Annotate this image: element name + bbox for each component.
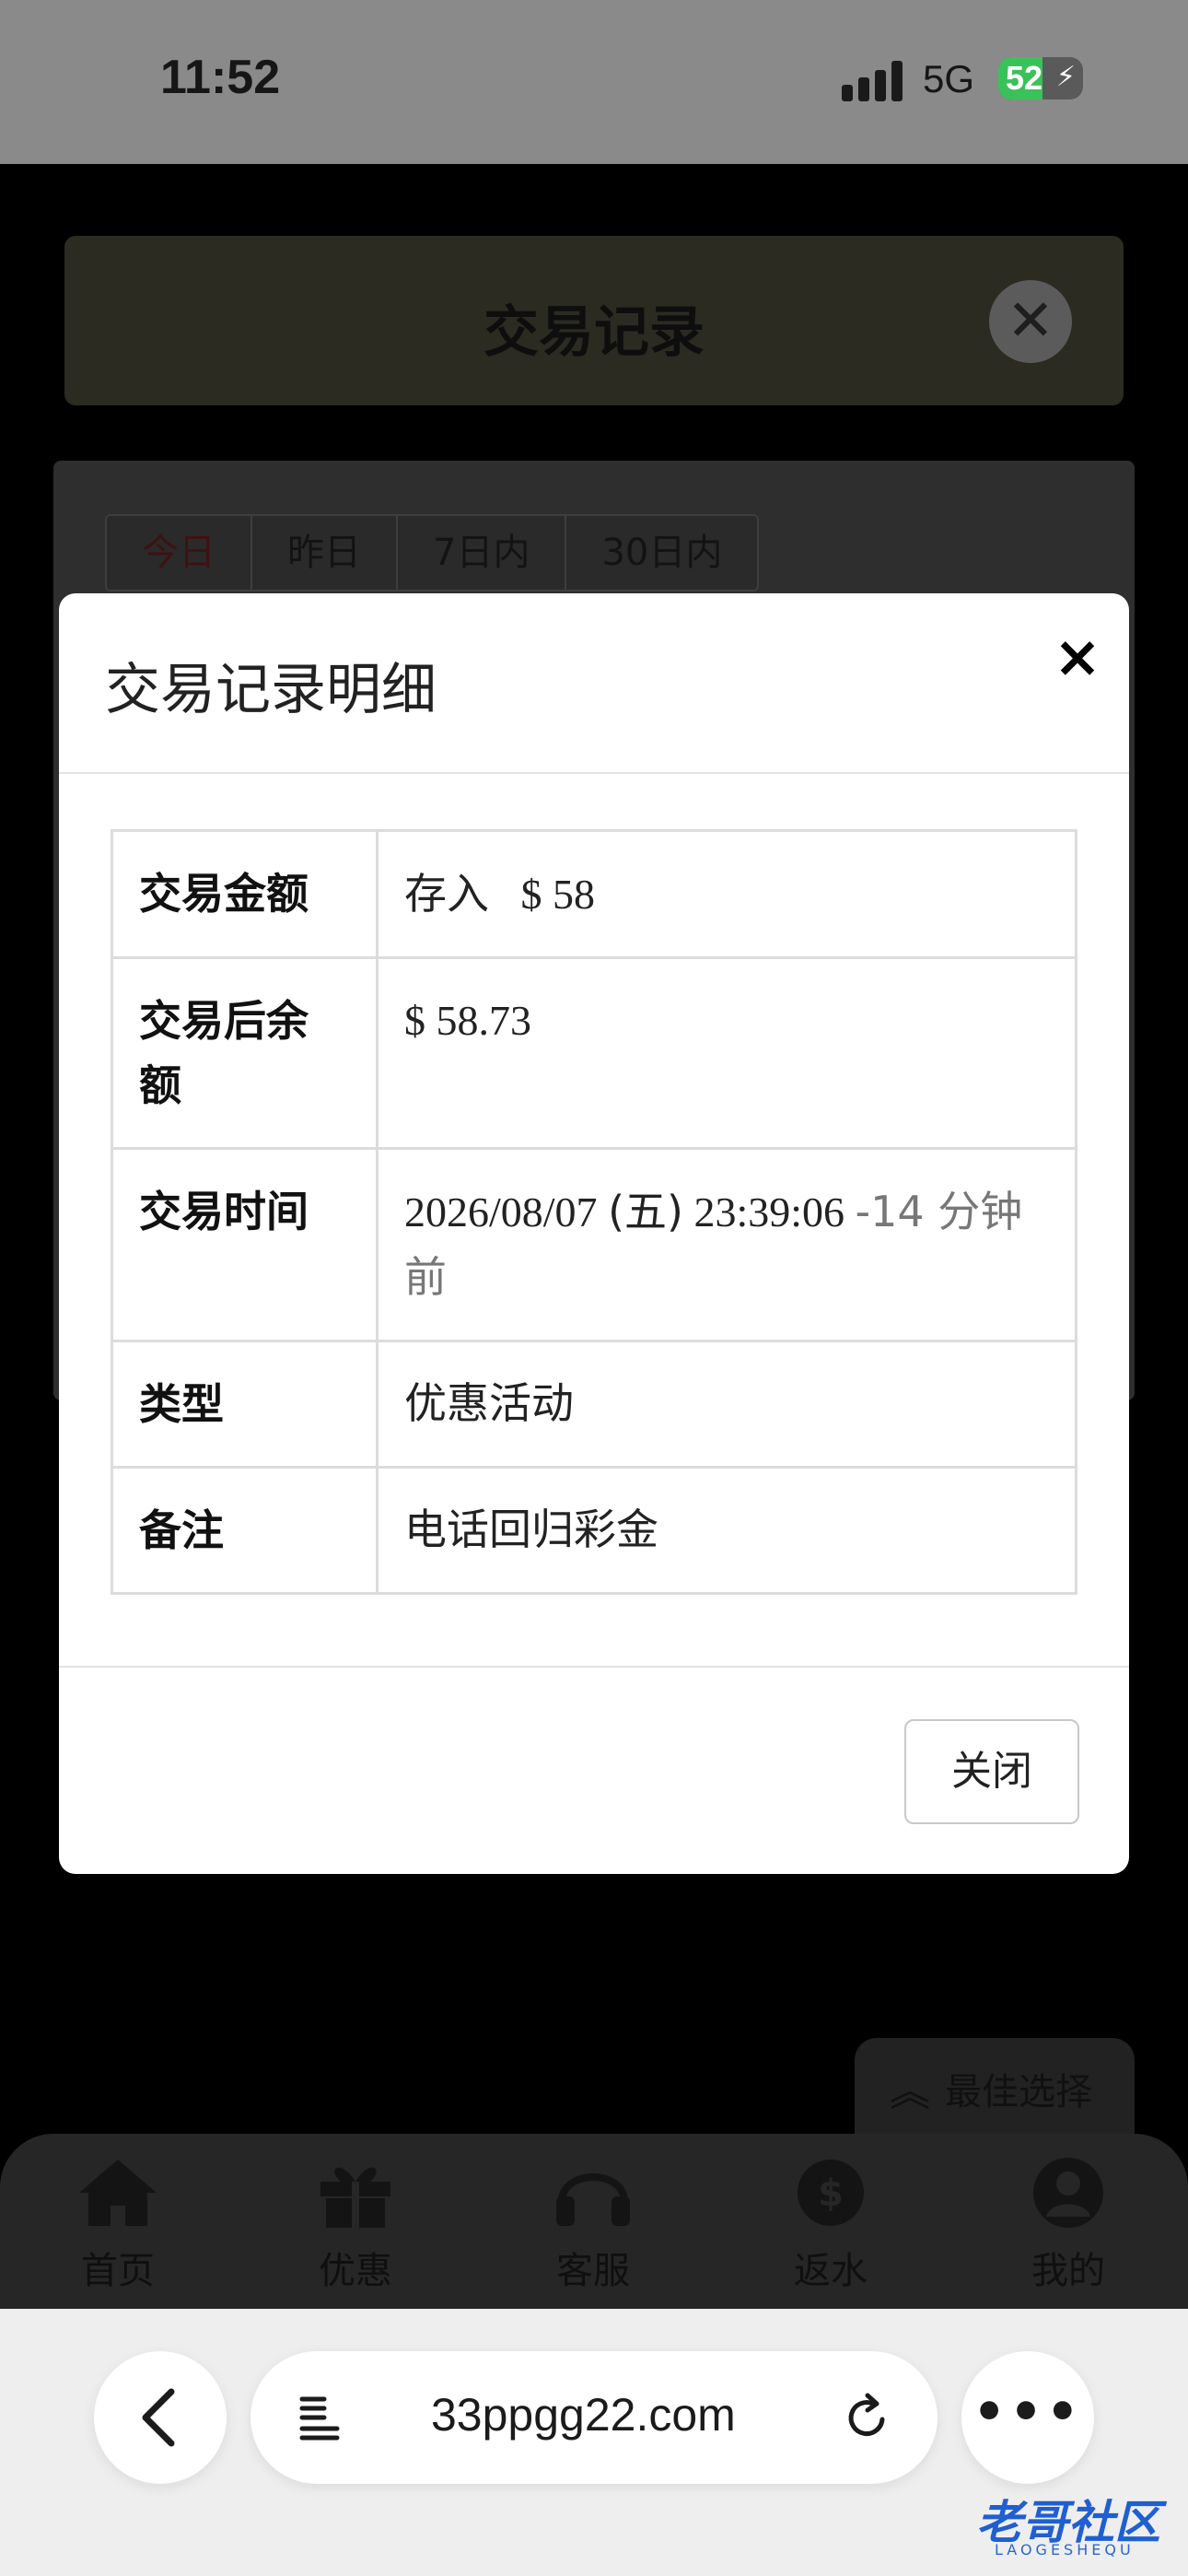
battery-percent: 52 xyxy=(1006,59,1043,97)
back-button[interactable] xyxy=(94,2351,227,2484)
watermark-logo: 老哥社区 LAOGESHEQU xyxy=(925,2478,1179,2567)
nav-label-profile: 我的 xyxy=(1031,2250,1105,2292)
table-row: 备注 电话回归彩金 xyxy=(111,1466,1077,1595)
category-value: 优惠活动 xyxy=(376,1340,1077,1469)
table-row: 交易金额 存入 $ 58 xyxy=(111,829,1077,959)
tab-30-days[interactable]: 30日内 xyxy=(566,516,758,590)
reload-icon[interactable] xyxy=(840,2390,895,2445)
amount: $ 58 xyxy=(520,871,596,918)
nav-label-promotions: 优惠 xyxy=(319,2250,392,2292)
modal-title: 交易记录明细 xyxy=(105,658,437,722)
nav-item-profile[interactable]: 我的 xyxy=(985,2156,1151,2294)
transaction-type: 存入 xyxy=(404,869,489,919)
page-menu-icon xyxy=(299,2396,340,2441)
tab-yesterday[interactable]: 昨日 xyxy=(252,516,398,590)
network-type: 5G xyxy=(923,57,975,100)
table-row: 类型 优惠活动 xyxy=(111,1340,1077,1469)
table-row: 交易后余额 $ 58.73 xyxy=(111,956,1077,1150)
user-icon xyxy=(1033,2158,1103,2228)
gift-icon xyxy=(320,2167,390,2228)
page-close-icon[interactable]: ✕ xyxy=(989,280,1072,363)
status-time: 11:52 xyxy=(160,51,281,104)
svg-text:$: $ xyxy=(818,2172,844,2215)
chevron-double-up-icon: ︽ xyxy=(890,2068,930,2115)
ellipsis-icon: ••• xyxy=(973,2383,1083,2442)
modal-footer: 关闭 xyxy=(59,1666,1129,1874)
amount-value: 存入 $ 58 xyxy=(376,829,1077,959)
url-text: 33ppgg22.com xyxy=(431,2389,736,2441)
nav-item-rebate[interactable]: $ 返水 xyxy=(748,2156,914,2294)
time-value: 2026/08/07 (五) 23:39:06 -14 分钟前 xyxy=(376,1147,1077,1342)
page-header: 交易记录 ✕ xyxy=(64,236,1124,405)
time-label: 交易时间 xyxy=(111,1147,379,1342)
page-title: 交易记录 xyxy=(483,300,705,365)
charging-bolt-icon: ⚡ xyxy=(1055,61,1076,93)
tab-today[interactable]: 今日 xyxy=(107,516,252,590)
date: 2026/08/07 xyxy=(404,1188,598,1235)
more-button[interactable]: ••• xyxy=(961,2351,1094,2484)
modal-header: 交易记录明细 × xyxy=(59,593,1129,774)
nav-item-promotions[interactable]: 优惠 xyxy=(273,2156,438,2294)
battery-icon: 52 ⚡ xyxy=(998,57,1083,100)
tab-7-days[interactable]: 7日内 xyxy=(398,516,567,590)
bottom-nav: 首页 优惠 客服 $ 返水 我的 xyxy=(0,2134,1188,2309)
amount-label: 交易金额 xyxy=(111,829,379,959)
detail-table: 交易金额 存入 $ 58 交易后余额 $ 58.73 交易时间 2026/08/… xyxy=(111,829,1077,1595)
close-icon[interactable]: × xyxy=(1054,628,1101,685)
chevron-left-icon xyxy=(142,2388,175,2447)
home-icon xyxy=(79,2160,157,2226)
headset-icon xyxy=(556,2173,630,2226)
note-value: 电话回归彩金 xyxy=(376,1466,1077,1595)
nav-item-home[interactable]: 首页 xyxy=(35,2156,201,2294)
weekday: (五) xyxy=(608,1187,683,1236)
nav-label-home: 首页 xyxy=(81,2250,155,2292)
transaction-detail-modal: 交易记录明细 × 交易金额 存入 $ 58 交易后余额 $ 58.73 交易时间… xyxy=(59,593,1129,1874)
address-bar[interactable]: 33ppgg22.com xyxy=(250,2351,938,2484)
balance-value: $ 58.73 xyxy=(376,956,1077,1150)
note-label: 备注 xyxy=(111,1466,379,1595)
category-label: 类型 xyxy=(111,1340,379,1469)
table-row: 交易时间 2026/08/07 (五) 23:39:06 -14 分钟前 xyxy=(111,1147,1077,1342)
best-choice-button[interactable]: ︽ 最佳选择 xyxy=(855,2038,1135,2134)
nav-item-support[interactable]: 客服 xyxy=(510,2156,676,2294)
watermark-subtext: LAOGESHEQU xyxy=(995,2541,1135,2558)
date-filter-tabs: 今日 昨日 7日内 30日内 xyxy=(105,514,760,591)
nav-label-support: 客服 xyxy=(556,2250,630,2292)
dollar-badge-icon: $ xyxy=(798,2160,864,2226)
clock: 23:39:06 xyxy=(693,1188,845,1235)
balance-label: 交易后余额 xyxy=(111,956,379,1150)
nav-label-rebate: 返水 xyxy=(794,2250,868,2292)
cellular-signal-icon xyxy=(842,61,904,101)
close-button[interactable]: 关闭 xyxy=(904,1719,1079,1824)
best-choice-label: 最佳选择 xyxy=(945,2071,1092,2113)
status-bar: 11:52 5G 52 ⚡ xyxy=(0,0,1188,164)
